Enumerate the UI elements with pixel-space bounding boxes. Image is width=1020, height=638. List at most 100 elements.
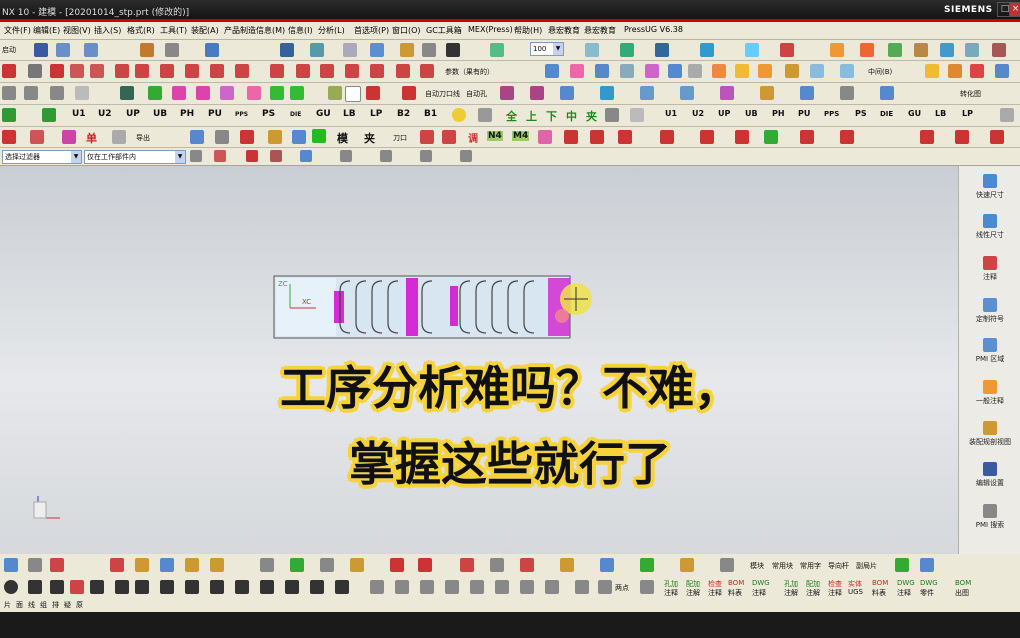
menu-pressug[interactable]: PressUG V6.38: [624, 25, 683, 34]
linear-dimension-tool[interactable]: 线性尺寸: [959, 214, 1020, 240]
cross2-icon[interactable]: [160, 580, 174, 594]
tool-icon[interactable]: [965, 43, 979, 57]
filter-icon[interactable]: [190, 150, 202, 162]
type-filter-combo[interactable]: 选择过滤器 ▼: [2, 150, 82, 164]
knife-button[interactable]: 刀口: [393, 133, 407, 143]
plate-lb[interactable]: LB: [343, 109, 356, 119]
ordinate-icon[interactable]: [520, 580, 534, 594]
pmi-region-tool[interactable]: PMI 区域: [959, 338, 1020, 364]
arrange-button[interactable]: 排: [52, 600, 59, 610]
surface-icon[interactable]: [570, 64, 584, 78]
trim-icon[interactable]: [160, 64, 174, 78]
array-icon[interactable]: [310, 580, 324, 594]
cross-icon[interactable]: [135, 580, 149, 594]
plate2-icon[interactable]: [290, 86, 304, 100]
zoom-combo[interactable]: 100 ▼: [530, 42, 564, 56]
r-plate-u2[interactable]: U2: [692, 109, 704, 118]
r-plate-pu[interactable]: PU: [798, 109, 810, 118]
sphere-icon[interactable]: [940, 43, 954, 57]
intersection-icon[interactable]: [420, 150, 432, 162]
knife-icon[interactable]: [420, 130, 434, 144]
polygon-icon[interactable]: [28, 580, 42, 594]
face-button[interactable]: 面: [16, 600, 23, 610]
grid-icon[interactable]: [630, 108, 644, 122]
model-button[interactable]: 模: [337, 130, 348, 146]
abc-icon[interactable]: [70, 580, 84, 594]
balloon-icon[interactable]: [640, 580, 654, 594]
sew-icon[interactable]: [620, 64, 634, 78]
bridge-icon[interactable]: [296, 64, 310, 78]
r-plate-ps[interactable]: PS: [855, 109, 867, 118]
close-button[interactable]: ×: [1009, 2, 1020, 17]
view-upper-button[interactable]: 上: [526, 108, 537, 124]
text-tool-icon[interactable]: [575, 580, 589, 594]
r-plate-u1[interactable]: U1: [665, 109, 677, 118]
orient-icon[interactable]: [700, 43, 714, 57]
angle-icon[interactable]: [445, 580, 459, 594]
hand-icon[interactable]: [560, 558, 574, 572]
auto-cut-button[interactable]: 自动刀口线: [425, 89, 460, 99]
fillet-icon[interactable]: [210, 64, 224, 78]
pmi-search-tool[interactable]: PMI 搜索: [959, 504, 1020, 530]
pen-icon[interactable]: [920, 558, 934, 572]
guide-rod-button[interactable]: 导向杆: [828, 561, 849, 571]
wave-icon[interactable]: [545, 580, 559, 594]
cam-icon[interactable]: [350, 558, 364, 572]
radius-icon[interactable]: [470, 580, 484, 594]
bom-3[interactable]: BOM: [955, 579, 971, 587]
menu-xuanhong-2[interactable]: 悬宏教育: [584, 25, 616, 36]
flange-icon[interactable]: [720, 86, 734, 100]
menu-tools[interactable]: 工具(T): [160, 25, 187, 36]
layout-view-icon[interactable]: [605, 108, 619, 122]
dim-icon[interactable]: [420, 580, 434, 594]
graphics-window[interactable]: XC ZC 工序分析难吗？不难， 掌握这些就行了: [0, 166, 958, 554]
menu-pmi[interactable]: 产品制造信息(M): [224, 25, 285, 36]
select-cursor-icon[interactable]: [745, 43, 759, 57]
single-button[interactable]: 单: [86, 130, 97, 146]
start-button[interactable]: 启动: [2, 45, 16, 55]
origin-button[interactable]: 原: [76, 600, 83, 610]
rect-icon[interactable]: [90, 580, 104, 594]
punch-icon[interactable]: [196, 86, 210, 100]
r-plate-die[interactable]: DIE: [880, 110, 893, 118]
copy-file-icon[interactable]: [268, 130, 282, 144]
query-icon[interactable]: [292, 130, 306, 144]
layer-icon[interactable]: [280, 43, 294, 57]
box-icon[interactable]: [688, 64, 702, 78]
module-button[interactable]: 模块: [750, 561, 764, 571]
plate-b1[interactable]: B1: [424, 109, 437, 119]
r-plate-ub[interactable]: UB: [745, 109, 758, 118]
settings-icon[interactable]: [992, 43, 1006, 57]
redo-icon[interactable]: [84, 43, 98, 57]
plate-ph[interactable]: PH: [180, 109, 194, 119]
plate-u1[interactable]: U1: [72, 109, 86, 119]
menu-file[interactable]: 文件(F): [4, 25, 31, 36]
red-tool-icon[interactable]: [2, 130, 16, 144]
bolt-icon[interactable]: [590, 130, 604, 144]
form-icon[interactable]: [247, 86, 261, 100]
plate-icon[interactable]: [270, 86, 284, 100]
trim-tool-icon[interactable]: [335, 580, 349, 594]
menu-format[interactable]: 格式(R): [127, 25, 155, 36]
n4-button[interactable]: N4: [487, 131, 503, 141]
hex-icon[interactable]: [840, 86, 854, 100]
menu-analysis[interactable]: 分析(L): [318, 25, 345, 36]
undo-icon[interactable]: [56, 43, 70, 57]
layout-icon[interactable]: [560, 86, 574, 100]
trim-sheet-icon[interactable]: [645, 64, 659, 78]
book-icon[interactable]: [190, 130, 204, 144]
offset-tool-icon[interactable]: [210, 580, 224, 594]
std-part-icon[interactable]: [366, 86, 380, 100]
plus-icon[interactable]: [50, 64, 64, 78]
gift-icon[interactable]: [680, 558, 694, 572]
3d-icon[interactable]: [764, 130, 778, 144]
assembly-icon[interactable]: [785, 64, 799, 78]
view-all-button[interactable]: 全: [506, 108, 517, 124]
common-text-button[interactable]: 常用字: [800, 561, 821, 571]
r-plate-pps[interactable]: PPS: [824, 110, 839, 118]
view-lower-button[interactable]: 下: [546, 108, 557, 124]
export-button[interactable]: 导出: [136, 133, 150, 143]
punch2-icon[interactable]: [442, 130, 456, 144]
constraint-icon[interactable]: [840, 64, 854, 78]
drawing-icon[interactable]: [760, 86, 774, 100]
